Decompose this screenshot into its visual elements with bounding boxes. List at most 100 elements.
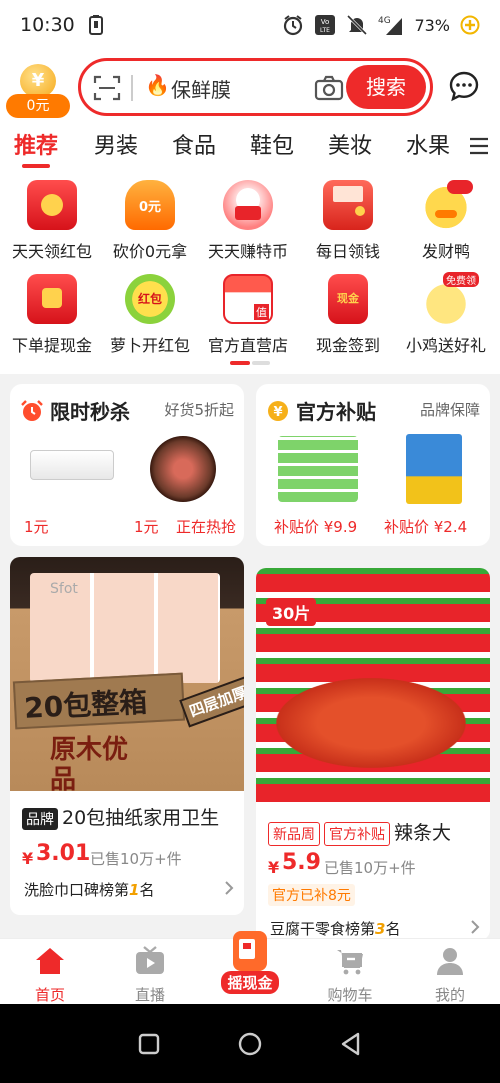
tissue-packs-image[interactable] (278, 436, 358, 502)
nav-home[interactable]: 首页 (0, 939, 100, 1005)
flash-sale-price-1: 1元 (24, 518, 49, 536)
tissue-image-subtext: 原木优品 (50, 735, 129, 795)
svg-text:LTE: LTE (320, 27, 330, 34)
menu-icon[interactable] (468, 136, 490, 156)
tissue-image-tag: 四层加厚 (179, 675, 244, 728)
nav-shake-cash[interactable]: 摇现金 (200, 931, 300, 994)
search-button[interactable]: 搜索 (346, 65, 426, 109)
official-subsidy-panel[interactable]: ¥ 官方补贴 品牌保障 补贴价 ¥9.9 补贴价 ¥2.4 (256, 384, 490, 546)
grid-item-chick-gift[interactable]: 免费领 小鸡送好礼 (396, 272, 496, 356)
chevron-right-icon (471, 920, 480, 934)
flash-sale-panel[interactable]: 限时秒杀 好货5折起 1元 1元 正在热抢 (10, 384, 244, 546)
tab-shoes-bags[interactable]: 鞋包 (250, 128, 294, 160)
grid-item-earn-coins[interactable]: 天天赚特币 (198, 180, 298, 262)
status-bar: 10:30 Vo LTE 4G 73% (0, 0, 500, 50)
alarm-icon (284, 15, 303, 36)
price-symbol: ¥ (22, 849, 34, 868)
back-icon[interactable] (340, 1032, 362, 1056)
tissue-box-image[interactable]: Sfot 20包整箱 四层加厚 原木优品 (10, 557, 244, 795)
battery-percent: 73% (414, 15, 450, 35)
brand-badge: 品牌 (22, 808, 58, 830)
rank-number: 1 (129, 881, 140, 899)
radish-icon-text: 红包 (137, 292, 162, 306)
tab-recommend[interactable]: 推荐 (14, 128, 58, 168)
grid-item-label: 砍价0元拿 (112, 242, 188, 261)
grid-item-official-store[interactable]: 值 官方直营店 (198, 274, 298, 356)
nav-label: 直播 (134, 986, 165, 1004)
charging-plus-icon (460, 15, 480, 35)
grid-item-label: 天天领红包 (11, 242, 92, 261)
grid-item-daily-money[interactable]: 每日领钱 (298, 180, 398, 262)
cash-sign-icon-text: 现金 (337, 292, 359, 305)
flash-sale-price-2: 1元 (134, 518, 159, 536)
message-icon[interactable] (448, 70, 480, 102)
nav-live[interactable]: 直播 (100, 939, 200, 1005)
coin-wallet-button[interactable]: ¥ 0元 (6, 64, 70, 124)
alarm-clock-icon (21, 399, 43, 421)
rank-line[interactable]: 豆腐干零食榜第3名 (270, 918, 400, 939)
search-bar[interactable]: 🔥 保鲜膜 搜索 (78, 58, 433, 116)
chevron-right-icon (225, 881, 234, 895)
grid-item-label: 小鸡送好礼 (405, 336, 486, 355)
grid-item-label: 每日领钱 (315, 242, 380, 261)
cash-sign-icon: 现金 (328, 274, 368, 324)
product-card[interactable]: 30片 新品周 官方补贴 辣条大 ¥ 5.9 已售10万+件 官方已补8元 豆腐干零… (256, 568, 490, 940)
live-tv-icon (136, 946, 164, 974)
duck-icon (421, 180, 473, 230)
grid-item-label: 萝卜开红包 (109, 336, 190, 355)
system-nav-bar (0, 1004, 500, 1083)
rank-suffix: 名 (139, 881, 155, 899)
candy-plate-image[interactable] (150, 436, 216, 502)
product-name: 辣条大 (394, 822, 452, 844)
grid-item-radish-envelope[interactable]: 红包 萝卜开红包 (100, 274, 200, 356)
svg-text:Vo: Vo (321, 18, 330, 26)
bottom-nav: 首页 直播 摇现金 购物车 我的 (0, 931, 500, 1005)
dehumidifier-box-image[interactable] (406, 434, 462, 504)
svg-text:¥: ¥ (273, 405, 282, 420)
subsidy-note: 官方已补8元 (268, 884, 355, 906)
spicy-strips-image[interactable]: 30片 (256, 568, 490, 802)
sold-count: 已售10万+件 (324, 859, 416, 877)
nav-profile[interactable]: 我的 (400, 939, 500, 1005)
grid-item-daily-red-envelope[interactable]: 天天领红包 (2, 180, 102, 262)
grid-item-cash-checkin[interactable]: 现金 现金签到 (298, 274, 398, 356)
grid-item-bargain[interactable]: 0元 砍价0元拿 (100, 180, 200, 262)
wallet-icon (323, 180, 373, 230)
bargain-icon-text: 0元 (138, 200, 162, 215)
sold-count: 已售10万+件 (90, 850, 182, 868)
shake-cash-icon (233, 931, 267, 971)
rank-prefix: 洗脸巾口碑榜第 (24, 881, 130, 899)
profile-icon (437, 948, 463, 975)
flash-sale-hot-note: 正在热抢 (176, 518, 237, 536)
nav-cart[interactable]: 购物车 (300, 939, 400, 1005)
product-price: 3.01 (36, 841, 91, 866)
volte-icon: VoLTE (315, 15, 336, 35)
battery-saver-icon (88, 15, 103, 35)
camera-icon[interactable] (314, 74, 344, 102)
recent-apps-icon[interactable] (138, 1033, 160, 1055)
grid-item-order-cash[interactable]: 下单提现金 (2, 274, 102, 356)
chick-icon-text: 免费领 (443, 272, 479, 287)
scan-icon[interactable] (93, 74, 121, 102)
tab-food[interactable]: 食品 (172, 128, 216, 160)
tab-men[interactable]: 男装 (94, 128, 138, 160)
product-price: 5.9 (282, 850, 321, 875)
grid-item-lucky-duck[interactable]: 发财鸭 (396, 180, 496, 262)
fire-icon: 🔥 (145, 73, 170, 97)
tab-beauty[interactable]: 美妆 (328, 128, 372, 160)
grid-item-label: 现金签到 (315, 336, 380, 355)
official-subsidy-subtitle: 品牌保障 (419, 401, 480, 419)
nav-label: 首页 (34, 986, 65, 1004)
cash-envelope-icon (27, 274, 77, 324)
subsidy-price-1: 补贴价 ¥9.9 (274, 518, 358, 536)
tab-fruit[interactable]: 水果 (406, 128, 450, 160)
search-input[interactable]: 保鲜膜 (171, 74, 231, 103)
rank-line[interactable]: 洗脸巾口碑榜第1名 (24, 879, 154, 900)
tissue-brand-text: Sfot (50, 581, 78, 597)
air-conditioner-image[interactable] (30, 450, 114, 480)
yuan-coin-icon: ¥ (268, 400, 288, 421)
bargain-bag-icon: 0元 (125, 180, 175, 230)
home-button-icon[interactable] (238, 1032, 262, 1056)
product-card[interactable]: Sfot 20包整箱 四层加厚 原木优品 品牌 20包抽纸家用卫生 ¥ 3.01 … (10, 557, 244, 915)
grid-item-label: 发财鸭 (421, 242, 470, 261)
